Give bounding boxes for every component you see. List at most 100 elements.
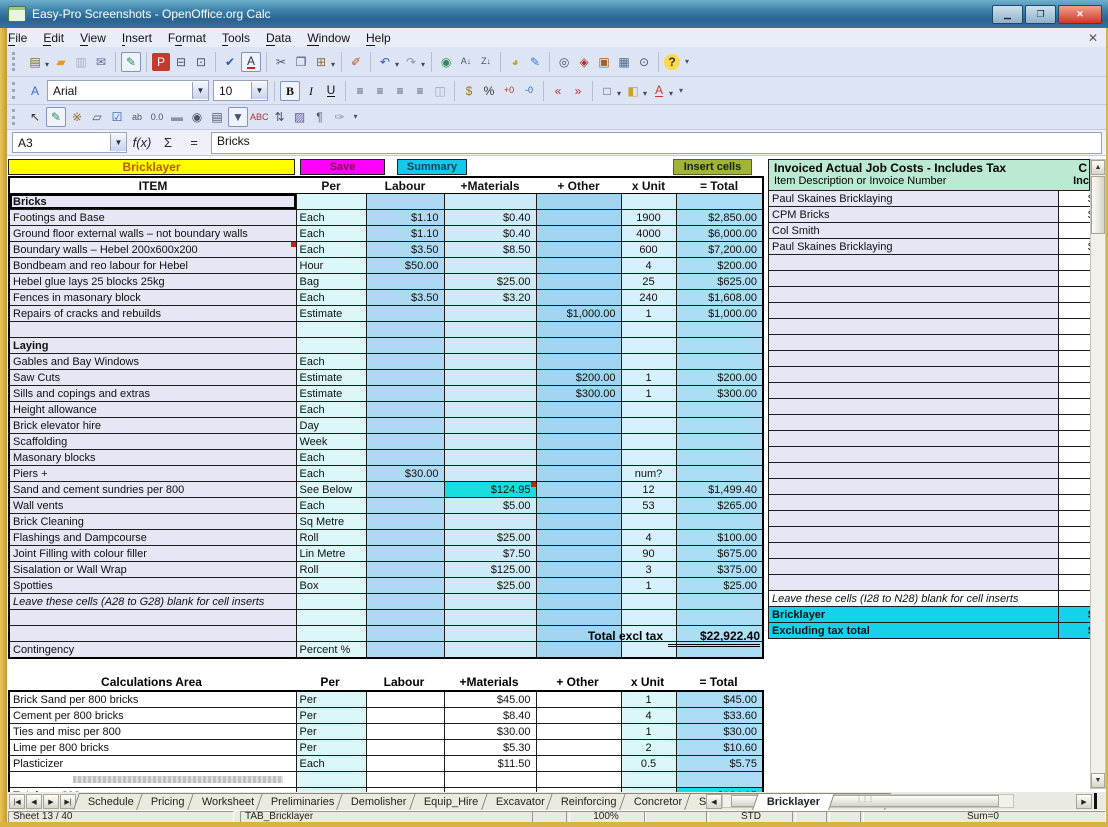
italic-icon[interactable]: I xyxy=(302,82,320,100)
cell[interactable] xyxy=(769,431,1059,447)
cell[interactable] xyxy=(536,514,621,530)
first-sheet-button[interactable]: |◀ xyxy=(9,794,25,809)
cell[interactable] xyxy=(366,708,444,724)
cell[interactable] xyxy=(444,418,536,434)
cell[interactable]: Each xyxy=(296,450,366,466)
cell[interactable] xyxy=(366,434,444,450)
increase-indent-icon[interactable]: » xyxy=(569,82,587,100)
equals-icon[interactable]: = xyxy=(183,135,205,150)
cell[interactable] xyxy=(769,447,1059,463)
menu-format[interactable]: Format xyxy=(160,30,214,46)
cell[interactable]: $30.00 xyxy=(676,724,763,740)
cell[interactable] xyxy=(536,756,621,772)
cell[interactable]: Bag xyxy=(296,274,366,290)
cell[interactable] xyxy=(444,434,536,450)
cell[interactable] xyxy=(444,514,536,530)
cell[interactable] xyxy=(769,527,1059,543)
cell[interactable]: $3.20 xyxy=(444,290,536,306)
cell[interactable]: 12 xyxy=(621,482,676,498)
cell[interactable] xyxy=(676,594,763,610)
cell[interactable]: Each xyxy=(296,402,366,418)
cell[interactable] xyxy=(536,354,621,370)
cell[interactable] xyxy=(366,194,444,210)
menu-help[interactable]: Help xyxy=(358,30,399,46)
insert-cells-button[interactable]: Insert cells xyxy=(673,159,752,175)
bold-icon[interactable]: B xyxy=(280,81,300,101)
cell[interactable] xyxy=(536,274,621,290)
cell[interactable]: $30.00 xyxy=(444,724,536,740)
decrease-indent-icon[interactable]: « xyxy=(549,82,567,100)
cell[interactable]: $125.00 xyxy=(444,562,536,578)
image-control-icon[interactable]: ▨ xyxy=(291,108,309,126)
cell[interactable] xyxy=(536,290,621,306)
cell[interactable]: $200.00 xyxy=(536,370,621,386)
select-icon[interactable]: ↖ xyxy=(26,108,44,126)
cell[interactable] xyxy=(676,434,763,450)
cell[interactable] xyxy=(1059,431,1093,447)
cell[interactable] xyxy=(366,450,444,466)
cell[interactable]: Saw Cuts xyxy=(9,370,296,386)
cell[interactable]: 1900 xyxy=(621,210,676,226)
cell[interactable]: Estimate xyxy=(296,306,366,322)
cell[interactable] xyxy=(769,335,1059,351)
cell[interactable]: $5.30 xyxy=(444,740,536,756)
cell[interactable] xyxy=(444,594,536,610)
scroll-up-icon[interactable]: ▲ xyxy=(1091,160,1105,175)
cell[interactable]: $1,608.00 xyxy=(676,290,763,306)
cell[interactable]: Each xyxy=(296,756,366,772)
cell[interactable]: Joint Filling with colour filler xyxy=(9,546,296,562)
form-design-icon[interactable]: ▱ xyxy=(88,108,106,126)
cell[interactable]: Masonary blocks xyxy=(9,450,296,466)
summary-button[interactable]: Summary xyxy=(397,159,467,175)
cell[interactable]: Lin Metre xyxy=(296,546,366,562)
email-icon[interactable]: ✉ xyxy=(92,53,110,71)
cell[interactable] xyxy=(296,338,366,354)
borders-icon[interactable]: □ xyxy=(598,82,616,100)
cell[interactable]: Plasticizer xyxy=(9,756,296,772)
cell[interactable] xyxy=(366,482,444,498)
cell[interactable] xyxy=(1059,511,1093,527)
cell[interactable]: Bricklayer xyxy=(769,607,1059,623)
sheet-tab-preliminaries[interactable]: Preliminaries xyxy=(256,793,349,810)
cell[interactable] xyxy=(676,418,763,434)
cell[interactable] xyxy=(366,546,444,562)
cell[interactable] xyxy=(1059,351,1093,367)
cell[interactable] xyxy=(1059,319,1093,335)
cell[interactable] xyxy=(536,498,621,514)
cell[interactable] xyxy=(366,530,444,546)
cell[interactable]: $1.10 xyxy=(366,210,444,226)
cell[interactable] xyxy=(536,610,621,626)
zoom-icon[interactable]: ⊙ xyxy=(635,53,653,71)
align-right-icon[interactable]: ≡ xyxy=(391,82,409,100)
cell[interactable]: $25.00 xyxy=(444,578,536,594)
font-color-dropdown-icon[interactable]: ▾ xyxy=(669,89,673,98)
cell[interactable] xyxy=(296,594,366,610)
cell[interactable] xyxy=(769,575,1059,591)
cell[interactable] xyxy=(676,450,763,466)
menu-data[interactable]: Data xyxy=(258,30,299,46)
cell[interactable] xyxy=(444,354,536,370)
cell[interactable]: Col Smith xyxy=(769,223,1059,239)
cell[interactable] xyxy=(9,610,296,626)
align-center-icon[interactable]: ≡ xyxy=(371,82,389,100)
list-box-icon[interactable]: ▤ xyxy=(208,108,226,126)
cell[interactable] xyxy=(444,370,536,386)
cell[interactable] xyxy=(1059,287,1093,303)
cell[interactable]: $25.00 xyxy=(444,274,536,290)
cell[interactable]: num? xyxy=(621,466,676,482)
cell[interactable] xyxy=(366,338,444,354)
cell[interactable]: 4 xyxy=(621,708,676,724)
cell[interactable]: 4000 xyxy=(621,226,676,242)
cell[interactable] xyxy=(536,530,621,546)
cell[interactable]: $675.00 xyxy=(676,546,763,562)
cell[interactable]: Each xyxy=(296,354,366,370)
cell[interactable] xyxy=(1059,255,1093,271)
cell-reference-box[interactable]: A3▼ xyxy=(12,132,127,153)
cell[interactable] xyxy=(621,418,676,434)
cell[interactable] xyxy=(366,306,444,322)
cell[interactable]: Brick Sand per 800 bricks xyxy=(9,691,296,708)
cell[interactable]: Gables and Bay Windows xyxy=(9,354,296,370)
cell[interactable] xyxy=(536,578,621,594)
gallery-icon[interactable]: ▣ xyxy=(595,53,613,71)
cell[interactable]: $300.00 xyxy=(536,386,621,402)
